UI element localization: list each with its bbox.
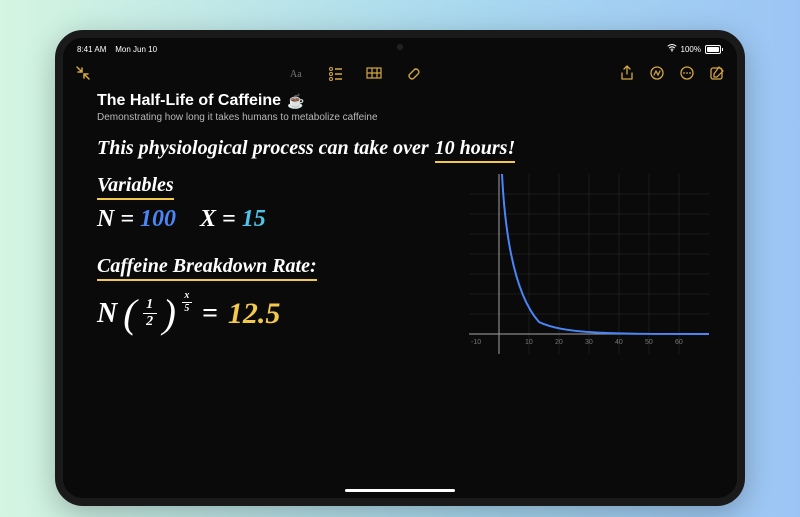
svg-text:50: 50 [645,339,653,346]
status-date: Mon Jun 10 [115,45,157,54]
x-value: 15 [242,206,266,232]
ipad-frame: 8:41 AM Mon Jun 10 100% [55,30,745,506]
note-title: The Half-Life of Caffeine [97,92,281,110]
svg-text:10: 10 [525,339,533,346]
equals: = [202,298,218,330]
status-time: 8:41 AM [77,45,106,54]
paren-open: ( [123,294,136,334]
handwritten-line: This physiological process can take over… [97,137,709,160]
compact-icon[interactable] [75,65,91,81]
exponent-frac: x 5 [182,291,192,314]
n-label: N = [97,206,134,232]
decay-chart: -10 10 20 30 40 50 60 [469,174,709,354]
battery-icon [705,45,723,54]
text-format-icon[interactable]: Aa [290,65,306,81]
checklist-icon[interactable] [328,65,344,81]
svg-text:Aa: Aa [290,69,302,80]
variables-row: N = 100 X = 15 [97,206,451,233]
note-content[interactable]: The Half-Life of Caffeine ☕️ Demonstrati… [63,86,737,354]
result-value: 12.5 [228,297,281,331]
toolbar: Aa [63,60,737,86]
n-value: 100 [140,206,176,232]
camera-dot [397,44,403,50]
x-label: X = [200,206,236,232]
table-icon[interactable] [366,65,382,81]
breakdown-header: Caffeine Breakdown Rate: [97,255,317,281]
attachment-icon[interactable] [404,65,420,81]
coffee-emoji: ☕️ [287,93,304,110]
hw-text-a: This physiological process can take over [97,137,429,160]
share-icon[interactable] [619,65,635,81]
screen: 8:41 AM Mon Jun 10 100% [63,38,737,498]
svg-text:40: 40 [615,339,623,346]
svg-text:30: 30 [585,339,593,346]
svg-text:-10: -10 [471,339,481,346]
more-icon[interactable] [679,65,695,81]
battery-percent: 100% [681,45,701,54]
variables-header: Variables [97,174,174,200]
hw-text-emph: 10 hours! [435,137,516,160]
svg-text:60: 60 [675,339,683,346]
home-indicator[interactable] [345,489,455,492]
formula-N: N [97,298,117,330]
svg-text:20: 20 [555,339,563,346]
markup-icon[interactable] [649,65,665,81]
fraction-half: 1 2 [143,298,157,329]
compose-icon[interactable] [709,65,725,81]
wifi-icon [667,44,677,54]
note-subtitle: Demonstrating how long it takes humans t… [97,112,709,123]
paren-close: ) [163,294,176,334]
formula: N ( 1 2 ) x 5 = [97,291,451,336]
